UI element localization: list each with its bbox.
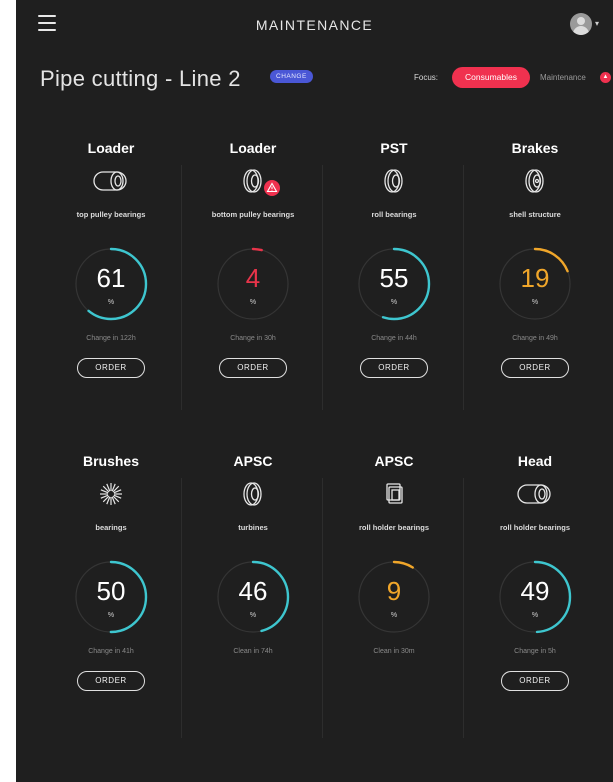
part-label: bearings: [95, 523, 127, 532]
change-line-button[interactable]: CHANGE: [270, 70, 313, 83]
consumable-card: Brakes shell structure 19% Change in 49h ORD…: [464, 140, 606, 390]
consumable-card: PST roll bearings 55% Change in 44h ORDER: [323, 140, 465, 390]
order-button[interactable]: ORDER: [77, 358, 145, 378]
machine-name: Loader: [229, 140, 277, 156]
machine-name: Loader: [87, 140, 135, 156]
bearing-wide-icon: [90, 166, 132, 196]
consumable-card: Brushes bearings 50% Change in 41h ORDER: [40, 453, 182, 703]
gauge-value: 9: [386, 576, 402, 606]
order-button[interactable]: ORDER: [360, 358, 428, 378]
maintenance-app: MAINTENANCE ▾ Pipe cutting - Line 2 CHAN…: [16, 0, 613, 782]
gauge-unit: %: [107, 612, 115, 619]
gauge-unit: %: [531, 612, 539, 619]
warning-icon: ▲: [600, 72, 611, 83]
gauge-value: 19: [520, 263, 550, 293]
part-label: turbines: [238, 523, 268, 532]
gauge-value: 46: [238, 576, 268, 606]
gauge-unit: %: [249, 299, 257, 306]
part-label: top pulley bearings: [76, 210, 146, 219]
service-eta: Change in 122h: [86, 335, 136, 342]
gauge-value: 61: [96, 263, 126, 293]
part-label: roll holder bearings: [499, 523, 570, 532]
order-button[interactable]: ORDER: [219, 358, 287, 378]
service-eta: Change in 49h: [512, 335, 558, 342]
consumable-card: Loader bottom pulley bearings 4% Change in …: [182, 140, 324, 390]
order-button[interactable]: ORDER: [501, 358, 569, 378]
avatar[interactable]: [570, 13, 592, 35]
part-label: roll holder bearings: [358, 523, 429, 532]
bearing-icon: [232, 479, 274, 509]
order-button[interactable]: ORDER: [77, 671, 145, 691]
consumable-card: Head roll holder bearings 49% Change in 5h O…: [464, 453, 606, 703]
part-label: shell structure: [509, 210, 561, 219]
focus-consumables-button[interactable]: Consumables: [452, 67, 530, 88]
cylinder-icon: [514, 479, 556, 509]
part-label: bottom pulley bearings: [211, 210, 295, 219]
order-button[interactable]: ORDER: [501, 671, 569, 691]
consumable-card: APSC roll holder bearings 9% Clean in 30m: [323, 453, 465, 703]
top-bar: MAINTENANCE ▾: [16, 0, 613, 50]
machine-name: Brushes: [82, 453, 140, 469]
bearing-icon: [373, 166, 415, 196]
consumable-card: APSC turbines 46% Clean in 74h: [182, 453, 324, 703]
machine-name: Head: [517, 453, 553, 469]
service-eta: Change in 44h: [371, 335, 417, 342]
app-title: MAINTENANCE: [255, 17, 374, 33]
service-eta: Change in 5h: [514, 648, 556, 655]
focus-label: Focus:: [414, 73, 439, 82]
gauge-value: 50: [96, 576, 126, 606]
machine-name: PST: [380, 140, 408, 156]
gauge-value: 4: [245, 263, 261, 293]
service-eta: Clean in 74h: [233, 648, 273, 655]
warning-icon: [264, 180, 280, 196]
service-eta: Clean in 30m: [373, 648, 415, 655]
gauge-unit: %: [249, 612, 257, 619]
part-label: roll bearings: [371, 210, 417, 219]
gauge-unit: %: [107, 299, 115, 306]
holder-icon: [373, 479, 415, 509]
focus-maintenance-button[interactable]: Maintenance: [540, 73, 586, 82]
gauge-value: 55: [379, 263, 409, 293]
gauge-value: 49: [520, 576, 550, 606]
machine-name: Brakes: [511, 140, 559, 156]
gauge-unit: %: [531, 299, 539, 306]
brush-icon: [90, 479, 132, 509]
chevron-down-icon[interactable]: ▾: [595, 19, 599, 28]
machine-name: APSC: [233, 453, 273, 469]
page-title: Pipe cutting - Line 2: [40, 66, 241, 91]
consumable-card: Loader top pulley bearings 61% Change in 12…: [40, 140, 182, 390]
service-eta: Change in 30h: [230, 335, 276, 342]
service-eta: Change in 41h: [88, 648, 134, 655]
gauge-unit: %: [390, 612, 398, 619]
shell-icon: [514, 166, 556, 196]
machine-name: APSC: [374, 453, 414, 469]
gauge-unit: %: [390, 299, 398, 306]
